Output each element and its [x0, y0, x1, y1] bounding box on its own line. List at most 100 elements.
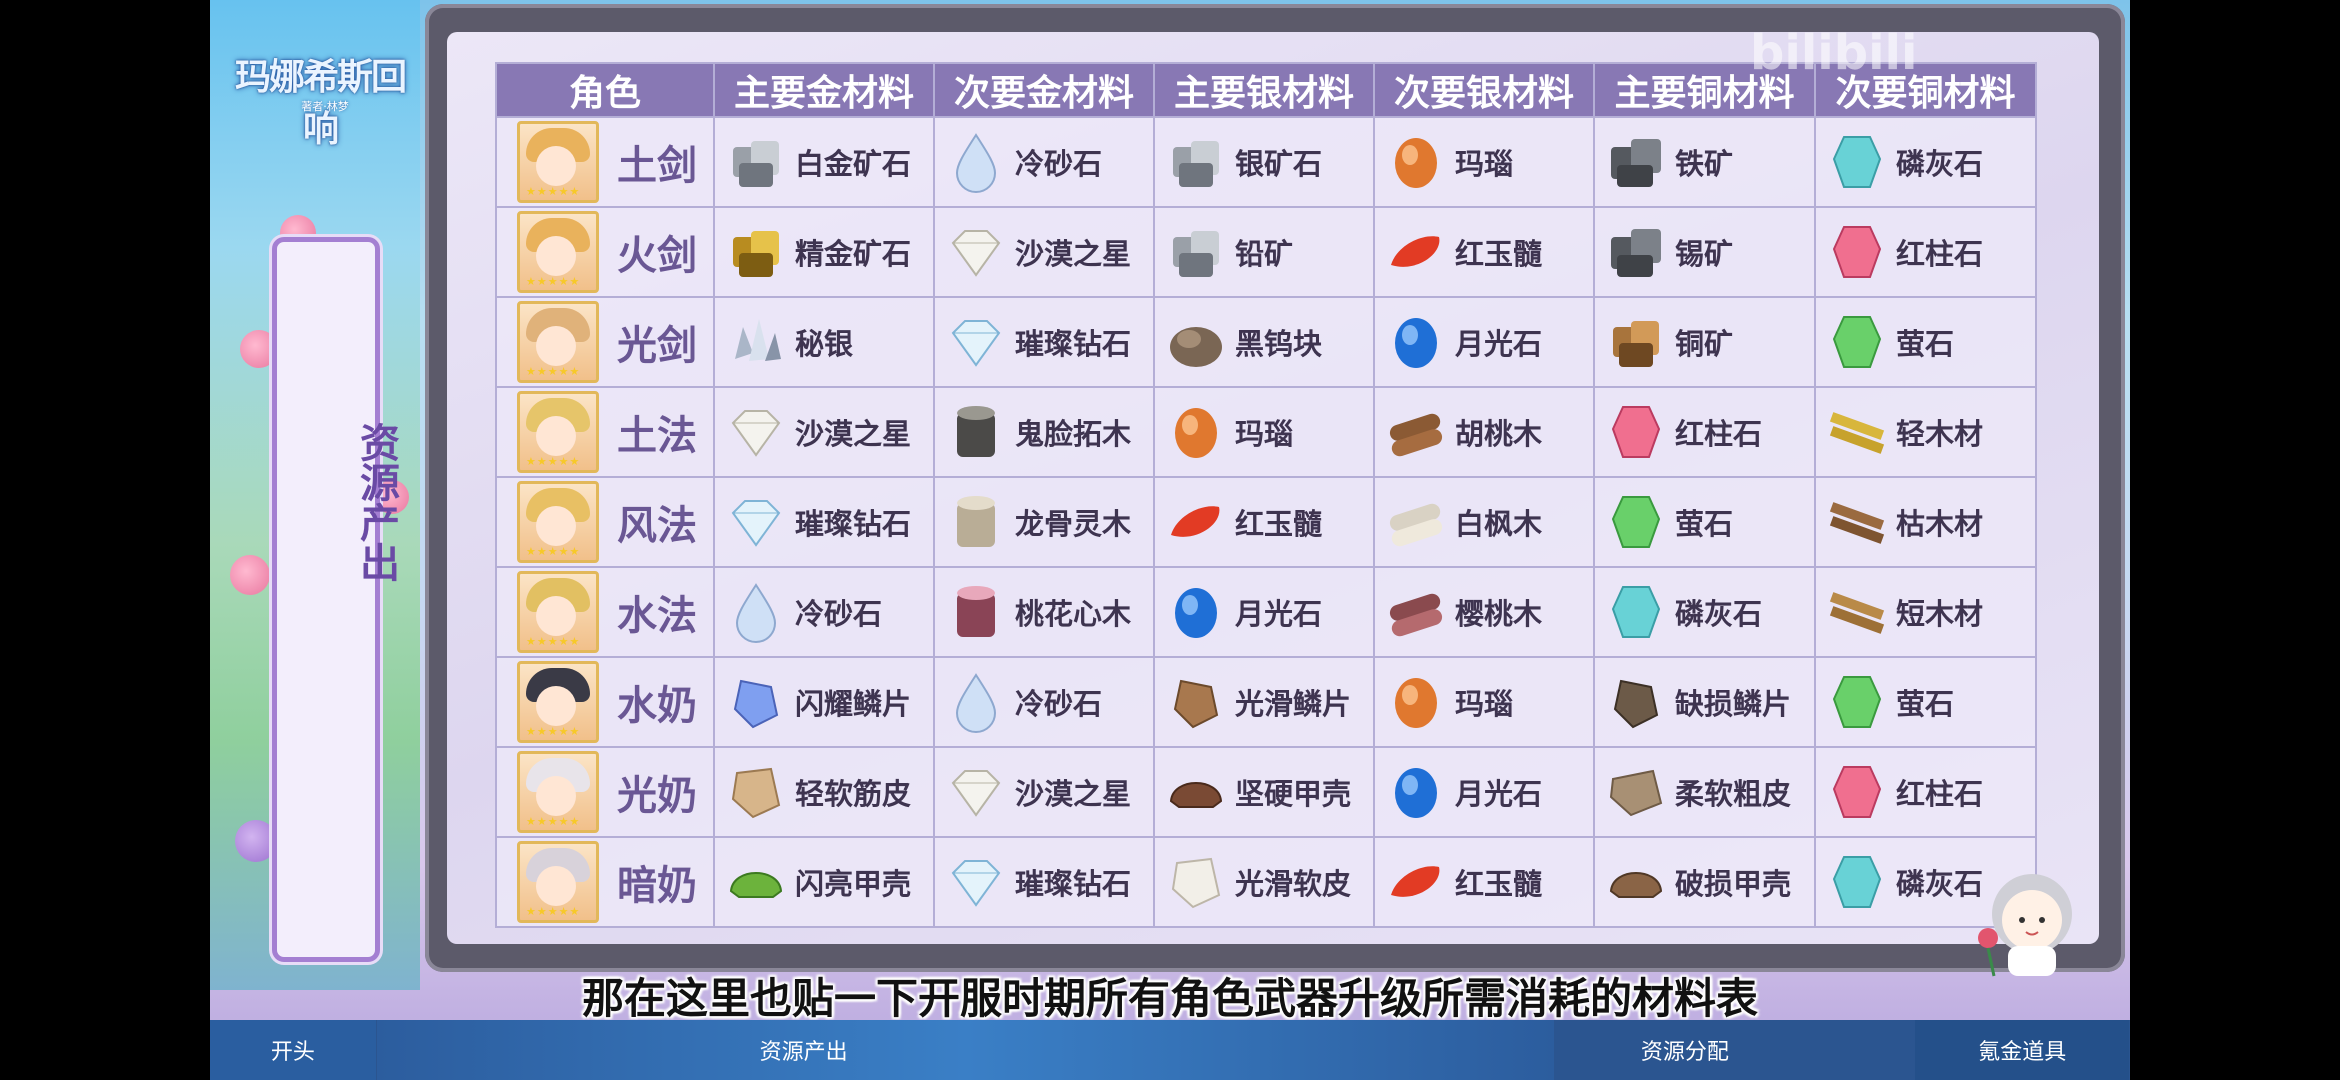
- role-name: 光奶: [617, 772, 697, 819]
- material-cell: 磷灰石: [1593, 566, 1816, 658]
- role-cell: ★★★★★ 水法: [495, 566, 715, 658]
- green-shell-icon: [729, 872, 783, 898]
- material-name: 缺损鳞片: [1675, 687, 1792, 721]
- pale-stump-icon: [957, 496, 995, 547]
- broken-shell-icon: [1609, 872, 1663, 898]
- material-cell: 红玉髓: [1153, 476, 1375, 568]
- material-cell: 冷砂石: [933, 656, 1155, 748]
- pink-stump-icon: [957, 586, 995, 637]
- material-cell: 黑钨块: [1153, 296, 1375, 388]
- material-name: 沙漠之星: [795, 417, 912, 451]
- role-cell: ★★★★★ 风法: [495, 476, 715, 568]
- character-portrait: ★★★★★: [517, 211, 599, 293]
- material-name: 银矿石: [1235, 147, 1323, 181]
- table-row: ★★★★★ 水法 冷砂石 桃花心木 月光石 樱桃木 磷灰石 短木材: [495, 566, 2037, 658]
- diamond-icon: [951, 770, 1001, 817]
- chapter-intro[interactable]: 开头: [210, 1020, 377, 1080]
- material-name: 玛瑙: [1455, 147, 1514, 181]
- chapter-label: 开头: [270, 1040, 315, 1065]
- material-cell: 璀璨钻石: [713, 476, 935, 568]
- role-name: 土法: [617, 412, 697, 459]
- material-board-inner: 角色 主要金材料 次要金材料 主要银材料 次要银材料 主要铜材料 次要铜材料 ★★★★★ 土剑…: [447, 32, 2099, 944]
- material-cell: 萤石: [1593, 476, 1816, 568]
- rarity-stars-icon: ★★★★★: [526, 365, 581, 378]
- rarity-stars-icon: ★★★★★: [526, 725, 581, 738]
- material-cell: 樱桃木: [1373, 566, 1595, 658]
- material-name: 璀璨钻石: [1015, 867, 1132, 901]
- material-name: 冷砂石: [1015, 147, 1103, 181]
- blue-diamond-icon: [951, 320, 1001, 367]
- silver-ore-icon: [733, 141, 779, 187]
- table-row: ★★★★★ 土法 沙漠之星 鬼脸拓木 玛瑙 胡桃木 红柱石 轻木材: [495, 386, 2037, 478]
- watermark: bilibili: [1750, 25, 1918, 81]
- character-portrait: ★★★★★: [517, 391, 599, 473]
- material-name: 月光石: [1455, 327, 1543, 361]
- table-body: ★★★★★ 土剑 白金矿石 冷砂石 银矿石 玛瑙 铁矿 磷灰石 ★★★★★ 火剑 精金矿石 沙漠之星铅…: [495, 116, 2037, 928]
- material-cell: 白金矿石: [713, 116, 935, 208]
- gold-ore-icon: [733, 231, 779, 277]
- material-name: 璀璨钻石: [795, 507, 912, 541]
- crystal-drop-icon: [735, 583, 777, 643]
- table-row: ★★★★★ 水奶 闪耀鳞片 冷砂石 光滑鳞片 玛瑙 缺损鳞片 萤石: [495, 656, 2037, 748]
- material-cell: 桃花心木: [933, 566, 1155, 658]
- chapter-bar: 开头 资源产出 资源分配 氪金道具: [210, 1020, 2130, 1080]
- role-name: 水法: [617, 592, 697, 639]
- material-name: 精金矿石: [795, 237, 912, 271]
- chapter-resource-allocation[interactable]: 资源分配: [1555, 1020, 1916, 1080]
- material-cell: 萤石: [1814, 656, 2037, 748]
- material-cell: 秘银: [713, 296, 935, 388]
- role-cell: ★★★★★ 暗奶: [495, 836, 715, 928]
- material-name: 铜矿: [1675, 327, 1734, 361]
- dark-ore-icon: [1611, 229, 1661, 277]
- role-name: 暗奶: [617, 862, 697, 909]
- chapter-resource-output[interactable]: 资源产出: [376, 1020, 1556, 1080]
- game-logo-subtitle: 著者·林梦: [301, 100, 349, 113]
- material-table: 角色 主要金材料 次要金材料 主要银材料 次要银材料 主要铜材料 次要铜材料 ★★★★★ 土剑…: [495, 62, 2037, 928]
- material-cell: 红柱石: [1814, 746, 2037, 838]
- orange-egg-icon: [1395, 678, 1437, 728]
- left-sidebar: 玛娜希斯回响 著者·林梦 资源产出: [210, 0, 420, 990]
- material-cell: 沙漠之星: [933, 746, 1155, 838]
- table-row: ★★★★★ 光剑 秘银 璀璨钻石 黑钨块 月光石 铜矿 萤石: [495, 296, 2037, 388]
- material-cell: 轻软筋皮: [713, 746, 935, 838]
- rarity-stars-icon: ★★★★★: [526, 815, 581, 828]
- material-name: 磷灰石: [1896, 147, 1984, 181]
- material-cell: 玛瑙: [1373, 656, 1595, 748]
- green-gem-icon: [1611, 496, 1661, 548]
- material-cell: 萤石: [1814, 296, 2037, 388]
- material-name: 冷砂石: [795, 597, 883, 631]
- material-cell: 璀璨钻石: [933, 296, 1155, 388]
- material-cell: 锡矿: [1593, 206, 1816, 298]
- material-name: 玛瑙: [1455, 687, 1514, 721]
- red-pebble-icon: [1391, 866, 1440, 897]
- material-cell: 玛瑙: [1153, 386, 1375, 478]
- rarity-stars-icon: ★★★★★: [526, 905, 581, 918]
- material-name: 鬼脸拓木: [1015, 417, 1132, 451]
- column-header: 主要金材料: [713, 62, 935, 118]
- character-portrait: ★★★★★: [517, 301, 599, 383]
- orange-egg-icon: [1395, 138, 1437, 188]
- material-cell: 闪亮甲壳: [713, 836, 935, 928]
- brown-shell-icon: [1169, 782, 1223, 808]
- table-row: ★★★★★ 暗奶 闪亮甲壳 璀璨钻石 光滑软皮 红玉髓 破损甲壳 磷灰石: [495, 836, 2037, 928]
- material-name: 铁矿: [1675, 147, 1734, 181]
- silver-ore-icon: [1173, 141, 1219, 187]
- material-cell: 鬼脸拓木: [933, 386, 1155, 478]
- silver-cluster-icon: [735, 319, 781, 361]
- material-cell: 破损甲壳: [1593, 836, 1816, 928]
- table-row: ★★★★★ 土剑 白金矿石 冷砂石 银矿石 玛瑙 铁矿 磷灰石: [495, 116, 2037, 208]
- pink-gem-icon: [1832, 766, 1882, 818]
- material-cell: 铁矿: [1593, 116, 1816, 208]
- material-cell: 轻木材: [1814, 386, 2037, 478]
- rarity-stars-icon: ★★★★★: [526, 185, 581, 198]
- diamond-icon: [951, 230, 1001, 277]
- material-cell: 沙漠之星: [933, 206, 1155, 298]
- video-frame: 玛娜希斯回响 著者·林梦 资源产出 角色 主要金材料 次要金材料 主要银材料 次要银材料…: [210, 0, 2130, 1080]
- chapter-paid-items[interactable]: 氪金道具: [1915, 1020, 2130, 1080]
- material-cell: 龙骨灵木: [933, 476, 1155, 568]
- character-portrait: ★★★★★: [517, 481, 599, 563]
- dark-ore-icon: [1611, 139, 1661, 187]
- material-name: 光滑鳞片: [1235, 687, 1352, 721]
- role-cell: ★★★★★ 土法: [495, 386, 715, 478]
- rarity-stars-icon: ★★★★★: [526, 635, 581, 648]
